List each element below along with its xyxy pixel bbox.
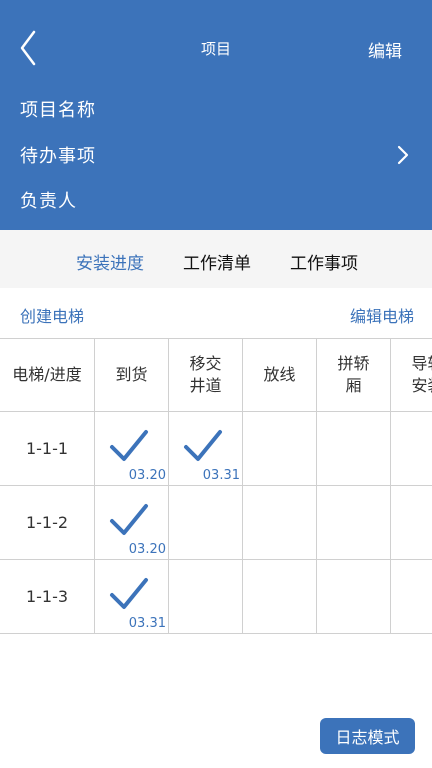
row-label: 1-1-3 xyxy=(0,560,95,634)
checkmark-icon xyxy=(110,578,148,609)
completion-date: 03.31 xyxy=(202,468,240,483)
column-header: 放线 xyxy=(243,338,317,412)
checkmark-icon xyxy=(110,430,148,461)
progress-cell[interactable] xyxy=(243,412,317,486)
chevron-right-icon[interactable] xyxy=(396,144,410,166)
completion-date: 03.31 xyxy=(128,616,166,631)
progress-cell[interactable] xyxy=(391,412,432,486)
progress-cell[interactable] xyxy=(169,486,243,560)
todo-row[interactable]: 待办事项 xyxy=(20,142,412,168)
header: 项目 编辑 项目名称 待办事项 负责人 xyxy=(0,0,432,230)
progress-cell[interactable] xyxy=(317,560,391,634)
row-label: 1-1-1 xyxy=(0,412,95,486)
checkmark-icon xyxy=(110,504,148,535)
create-elevator-link[interactable]: 创建电梯 xyxy=(20,303,84,327)
tab-work-list[interactable]: 工作清单 xyxy=(183,249,251,274)
column-header: 导轨 安装 xyxy=(391,338,432,412)
edit-button[interactable]: 编辑 xyxy=(368,37,402,62)
progress-cell[interactable] xyxy=(391,560,432,634)
column-header: 到货 xyxy=(95,338,169,412)
column-header: 拼轿 厢 xyxy=(317,338,391,412)
column-header: 电梯/进度 xyxy=(0,338,95,412)
log-mode-button[interactable]: 日志模式 xyxy=(320,718,415,754)
progress-cell[interactable] xyxy=(169,560,243,634)
project-name-row: 项目名称 xyxy=(20,100,96,121)
tab-bar: 安装进度 工作清单 工作事项 xyxy=(0,230,432,288)
progress-cell[interactable]: 03.20 xyxy=(95,486,169,560)
completion-date: 03.20 xyxy=(128,542,166,557)
progress-cell[interactable]: 03.31 xyxy=(169,412,243,486)
column-header: 移交 井道 xyxy=(169,338,243,412)
tab-work-items[interactable]: 工作事项 xyxy=(290,249,358,274)
progress-cell[interactable]: 03.20 xyxy=(95,412,169,486)
progress-table[interactable]: 电梯/进度到货移交 井道放线拼轿 厢导轨 安装 1-1-1 03.20 03.31 1-… xyxy=(0,338,432,634)
progress-cell[interactable] xyxy=(317,486,391,560)
owner-row: 负责人 xyxy=(20,191,77,212)
progress-cell[interactable]: 03.31 xyxy=(95,560,169,634)
edit-elevator-link[interactable]: 编辑电梯 xyxy=(350,303,414,327)
progress-cell[interactable] xyxy=(243,486,317,560)
progress-cell[interactable] xyxy=(391,486,432,560)
completion-date: 03.20 xyxy=(128,468,166,483)
tab-install-progress[interactable]: 安装进度 xyxy=(76,249,144,274)
progress-cell[interactable] xyxy=(243,560,317,634)
progress-cell[interactable] xyxy=(317,412,391,486)
checkmark-icon xyxy=(184,430,222,461)
row-label: 1-1-2 xyxy=(0,486,95,560)
